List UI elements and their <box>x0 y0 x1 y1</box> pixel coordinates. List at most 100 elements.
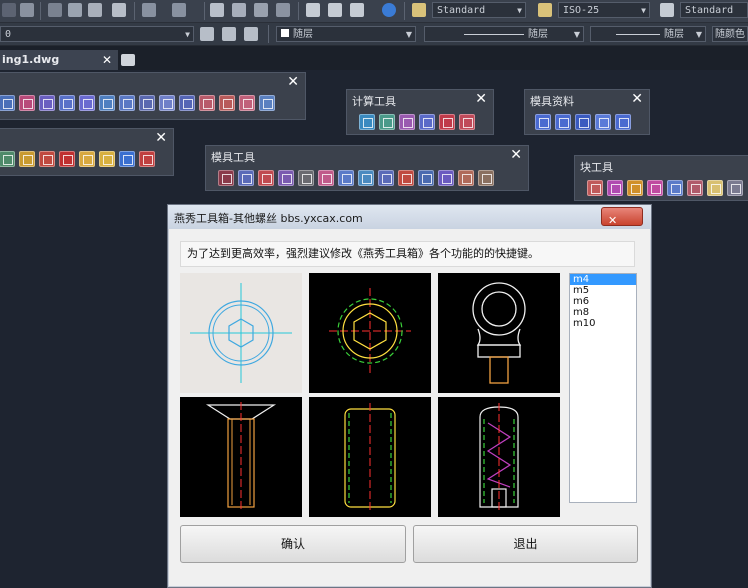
lineweight-select[interactable]: 随层 ▼ <box>590 26 706 42</box>
tool-icon[interactable] <box>318 170 334 186</box>
text-style-select[interactable]: Standard ▼ <box>432 2 526 18</box>
tool-icon[interactable] <box>99 151 115 167</box>
layer-select[interactable]: 0 ▼ <box>0 26 194 42</box>
color-select[interactable]: 随层 ▼ <box>276 26 416 42</box>
tool-icon[interactable] <box>0 95 15 111</box>
list-item[interactable]: m5 <box>570 285 636 296</box>
tool-icon[interactable] <box>378 170 394 186</box>
properties-icon[interactable] <box>306 3 320 17</box>
tool-icon[interactable] <box>278 170 294 186</box>
tool-icon[interactable] <box>358 170 374 186</box>
tool-icon[interactable] <box>667 180 683 196</box>
tool-icon[interactable] <box>399 114 415 130</box>
save-icon[interactable] <box>2 3 16 17</box>
confirm-button[interactable]: 确认 <box>180 525 406 563</box>
tool-palettes-icon[interactable] <box>350 3 364 17</box>
tool-icon[interactable] <box>727 180 743 196</box>
tool-icon[interactable] <box>238 170 254 186</box>
tool-icon[interactable] <box>199 95 215 111</box>
list-item[interactable]: m8 <box>570 307 636 318</box>
plot-style-select[interactable]: 随颜色 <box>712 26 748 42</box>
linetype-select[interactable]: 随层 ▼ <box>424 26 584 42</box>
close-icon[interactable]: ✕ <box>510 147 522 163</box>
tool-icon[interactable] <box>607 180 623 196</box>
tab-drawing[interactable]: ing1.dwg ✕ <box>0 50 118 70</box>
dim-style-select[interactable]: ISO-25 ▼ <box>558 2 650 18</box>
tool-icon[interactable] <box>99 95 115 111</box>
tool-icon[interactable] <box>615 114 631 130</box>
tool-icon[interactable] <box>19 151 35 167</box>
make-current-layer-icon[interactable] <box>200 27 214 41</box>
close-button[interactable]: ✕ <box>601 207 643 227</box>
screw-thumb-thread-top[interactable] <box>309 273 431 393</box>
tool-icon[interactable] <box>359 114 375 130</box>
screw-thumb-hex-top[interactable] <box>180 273 302 393</box>
text-style-icon[interactable] <box>412 3 426 17</box>
tool-icon[interactable] <box>555 114 571 130</box>
tool-icon[interactable] <box>139 151 155 167</box>
tool-icon[interactable] <box>647 180 663 196</box>
screw-thumb-thread-side[interactable] <box>309 397 431 517</box>
tool-icon[interactable] <box>379 114 395 130</box>
size-listbox[interactable]: m4 m5 m6 m8 m10 <box>569 273 637 503</box>
tool-icon[interactable] <box>159 95 175 111</box>
table-style-icon[interactable] <box>660 3 674 17</box>
tool-icon[interactable] <box>458 170 474 186</box>
list-item[interactable]: m4 <box>570 274 636 285</box>
zoom-window-icon[interactable] <box>254 3 268 17</box>
screw-thumb-countersunk[interactable] <box>180 397 302 517</box>
tool-icon[interactable] <box>259 95 275 111</box>
tool-icon[interactable] <box>19 95 35 111</box>
tool-icon[interactable] <box>119 151 135 167</box>
tool-icon[interactable] <box>239 95 255 111</box>
close-icon[interactable]: ✕ <box>631 91 643 107</box>
tool-icon[interactable] <box>535 114 551 130</box>
tool-icon[interactable] <box>59 95 75 111</box>
list-item[interactable]: m6 <box>570 296 636 307</box>
tool-icon[interactable] <box>139 95 155 111</box>
design-center-icon[interactable] <box>328 3 342 17</box>
tool-icon[interactable] <box>179 95 195 111</box>
tool-icon[interactable] <box>218 170 234 186</box>
tool-icon[interactable] <box>79 95 95 111</box>
tool-icon[interactable] <box>627 180 643 196</box>
tool-icon[interactable] <box>575 114 591 130</box>
cut-icon[interactable] <box>48 3 62 17</box>
close-icon[interactable]: ✕ <box>475 91 487 107</box>
tool-icon[interactable] <box>0 151 15 167</box>
pan-icon[interactable] <box>210 3 224 17</box>
print-icon[interactable] <box>20 3 34 17</box>
close-icon[interactable]: ✕ <box>287 74 299 90</box>
table-style-select[interactable]: Standard <box>680 2 748 18</box>
tool-icon[interactable] <box>398 170 414 186</box>
tool-icon[interactable] <box>59 151 75 167</box>
tool-icon[interactable] <box>79 151 95 167</box>
screw-thumb-eye-bolt[interactable] <box>438 273 560 393</box>
tool-icon[interactable] <box>119 95 135 111</box>
tool-icon[interactable] <box>439 114 455 130</box>
tool-icon[interactable] <box>39 151 55 167</box>
tool-icon[interactable] <box>338 170 354 186</box>
tool-icon[interactable] <box>258 170 274 186</box>
tool-icon[interactable] <box>418 170 434 186</box>
zoom-previous-icon[interactable] <box>276 3 290 17</box>
dialog-title-bar[interactable]: 燕秀工具箱-其他螺丝 bbs.yxcax.com ✕ <box>168 205 651 229</box>
tool-icon[interactable] <box>595 114 611 130</box>
redo-icon[interactable] <box>172 3 186 17</box>
zoom-realtime-icon[interactable] <box>232 3 246 17</box>
paste-icon[interactable] <box>88 3 102 17</box>
close-icon[interactable]: ✕ <box>102 50 112 70</box>
tool-icon[interactable] <box>459 114 475 130</box>
tool-icon[interactable] <box>478 170 494 186</box>
undo-icon[interactable] <box>142 3 156 17</box>
dim-style-icon[interactable] <box>538 3 552 17</box>
layer-states-icon[interactable] <box>244 27 258 41</box>
copy-icon[interactable] <box>68 3 82 17</box>
tool-icon[interactable] <box>707 180 723 196</box>
tool-icon[interactable] <box>687 180 703 196</box>
match-properties-icon[interactable] <box>112 3 126 17</box>
tool-icon[interactable] <box>219 95 235 111</box>
tool-icon[interactable] <box>587 180 603 196</box>
tool-icon[interactable] <box>419 114 435 130</box>
close-icon[interactable]: ✕ <box>155 130 167 146</box>
